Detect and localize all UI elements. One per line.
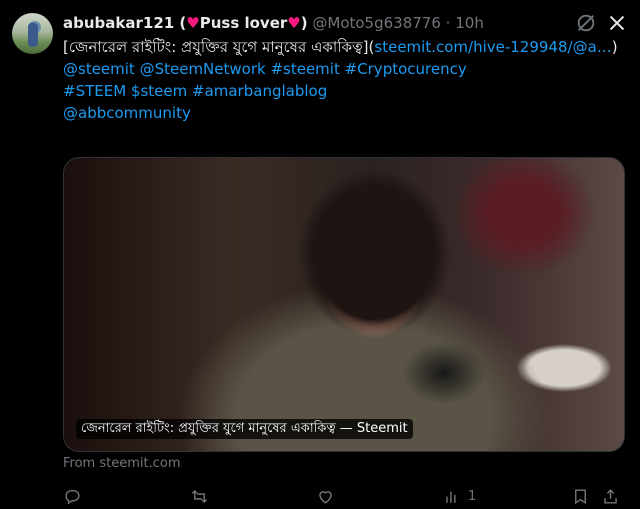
display-name-text: abubakar121 ( bbox=[63, 14, 187, 32]
bookmark-button[interactable] bbox=[571, 484, 590, 508]
like-button[interactable] bbox=[316, 484, 335, 508]
name-badge: Puss lover bbox=[199, 14, 288, 32]
grok-icon[interactable] bbox=[575, 12, 597, 34]
heart-icon: ♥ bbox=[287, 14, 301, 32]
action-bar: 1 bbox=[63, 484, 623, 508]
mentions-line-1[interactable]: @steemit @SteemNetwork #steemit #Cryptoc… bbox=[63, 60, 467, 78]
share-icon bbox=[604, 488, 617, 504]
reply-button[interactable] bbox=[63, 484, 82, 508]
heart-icon: ♥ bbox=[186, 14, 200, 32]
tweet-text: [জেনারেল রাইটিং: প্রযুক্তির যুগে মানুষের… bbox=[63, 36, 628, 124]
reply-icon bbox=[65, 489, 80, 505]
display-name[interactable]: abubakar121 (♥Puss lover♥) bbox=[63, 14, 308, 32]
avatar[interactable] bbox=[12, 13, 53, 54]
timestamp[interactable]: 10h bbox=[455, 14, 484, 32]
like-icon bbox=[319, 490, 332, 504]
views-icon bbox=[446, 491, 456, 503]
retweet-button[interactable] bbox=[190, 484, 209, 508]
text-prefix: [জেনারেল রাইটিং: প্রযুক্তির যুগে মানুষের… bbox=[63, 38, 375, 56]
card-source[interactable]: From steemit.com bbox=[63, 456, 180, 471]
retweet-icon bbox=[191, 489, 208, 503]
bookmark-icon bbox=[575, 488, 586, 504]
x-logo-icon[interactable] bbox=[606, 12, 628, 34]
views-count: 1 bbox=[468, 488, 477, 504]
card-title: জেনারেল রাইটিং: প্রযুক্তির যুগে মানুষের … bbox=[76, 419, 413, 439]
mentions-line-2[interactable]: #STEEM $steem #amarbanglablog bbox=[63, 82, 327, 100]
name-close: ) bbox=[300, 14, 308, 32]
views-button[interactable]: 1 bbox=[443, 484, 476, 508]
text-close: ) bbox=[611, 38, 618, 56]
article-link[interactable]: steemit.com/hive-129948/@a… bbox=[374, 38, 611, 56]
share-button[interactable] bbox=[601, 484, 620, 508]
user-handle[interactable]: @Moto5g638776 bbox=[312, 14, 441, 32]
tweet-header: abubakar121 (♥Puss lover♥) @Moto5g638776… bbox=[63, 12, 580, 34]
mentions-line-3[interactable]: @abbcommunity bbox=[63, 104, 191, 122]
separator: · bbox=[445, 14, 451, 32]
link-preview-card[interactable]: জেনারেল রাইটিং: প্রযুক্তির যুগে মানুষের … bbox=[63, 157, 625, 452]
